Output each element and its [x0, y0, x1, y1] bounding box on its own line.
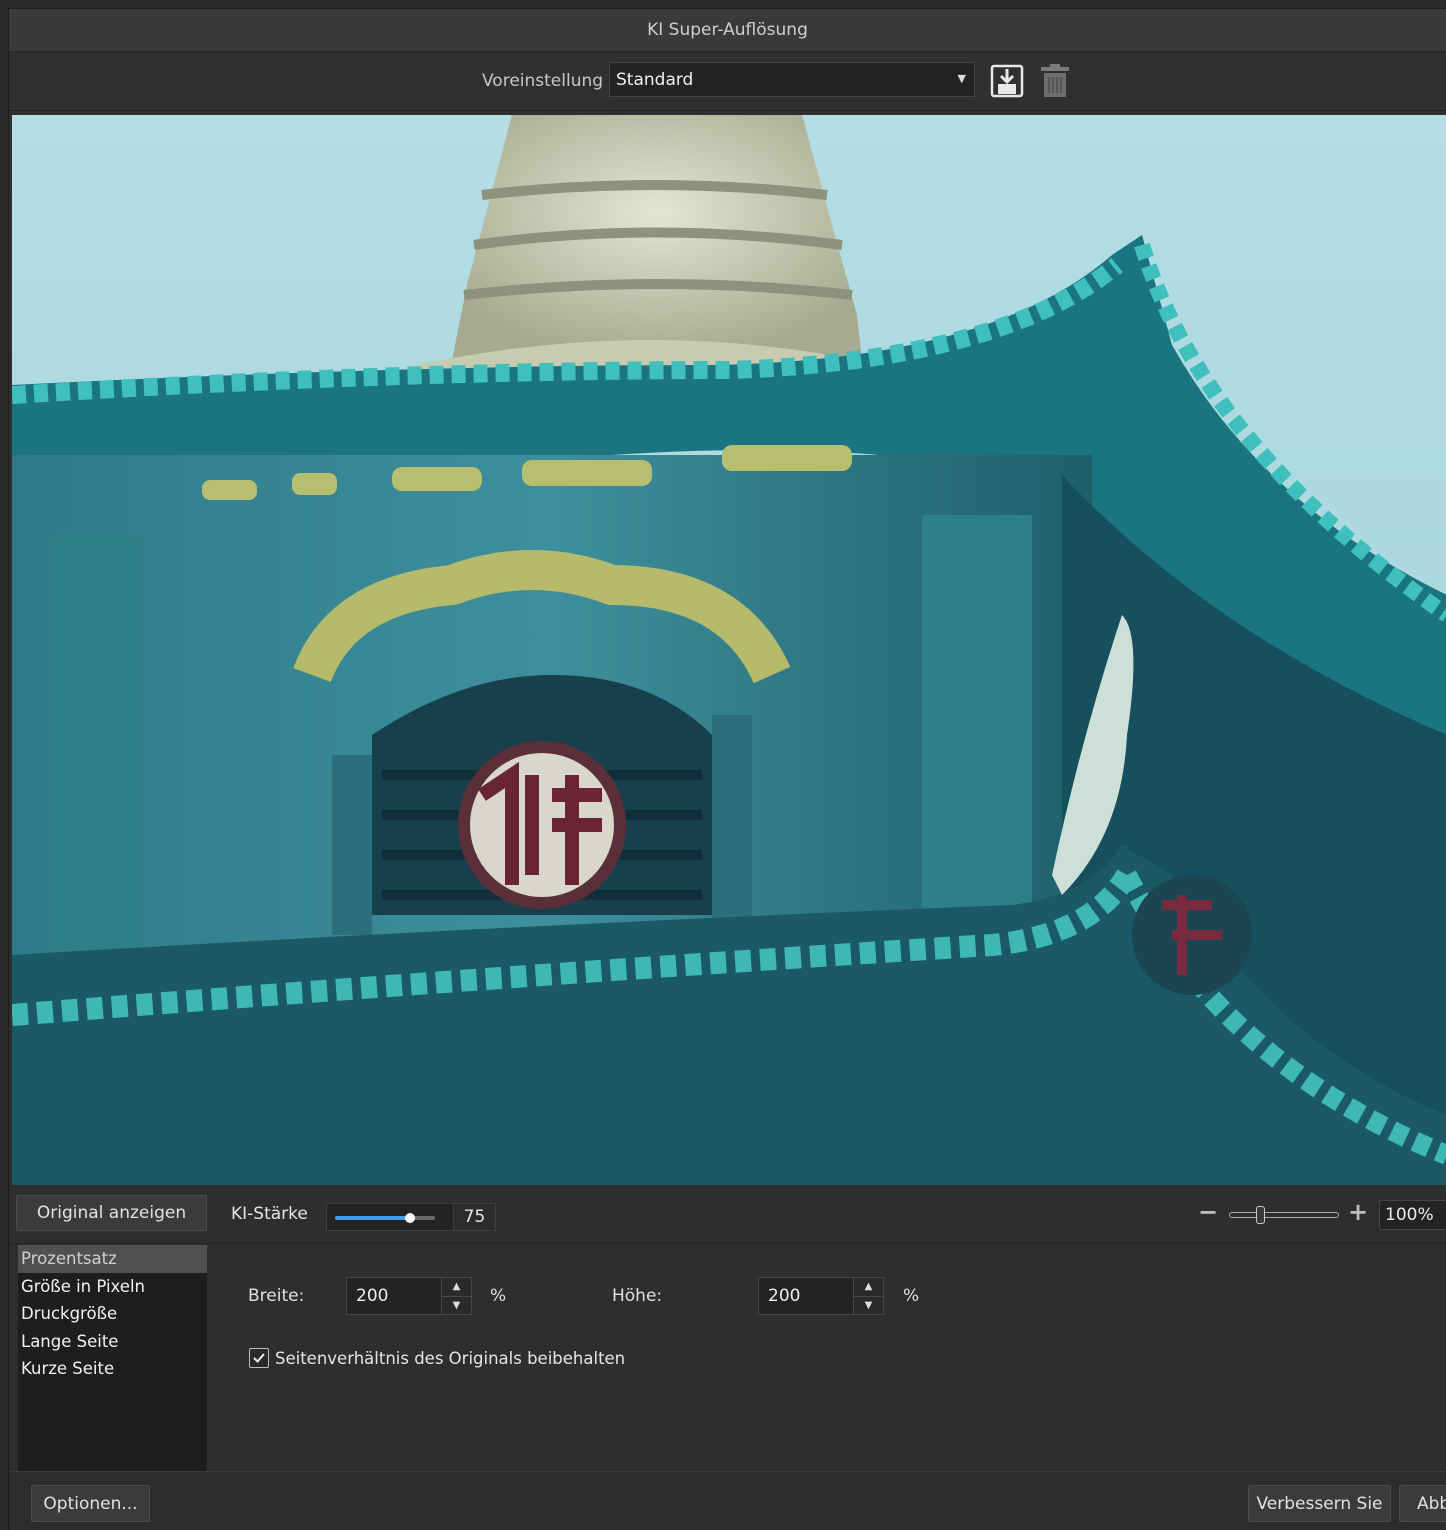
- width-unit: %: [490, 1286, 507, 1306]
- width-stepper-arrows[interactable]: ▲ ▼: [442, 1277, 472, 1315]
- width-label: Breite:: [248, 1286, 305, 1306]
- keep-aspect-label: Seitenverhältnis des Originals beibehalt…: [275, 1349, 626, 1368]
- save-preset-button[interactable]: [987, 61, 1027, 101]
- zoom-value[interactable]: 100%: [1379, 1200, 1446, 1230]
- enhance-button[interactable]: Verbessern Sie: [1248, 1485, 1391, 1522]
- chevron-up-icon[interactable]: ▲: [442, 1278, 471, 1297]
- resize-settings: Prozentsatz Größe in Pixeln Druckgröße L…: [9, 1245, 1446, 1471]
- height-input[interactable]: 200: [758, 1277, 854, 1315]
- mode-item-short-side[interactable]: Kurze Seite: [18, 1355, 207, 1383]
- zoom-out-icon[interactable]: −: [1197, 1200, 1219, 1224]
- preset-value: Standard: [616, 69, 694, 90]
- delete-preset-button[interactable]: [1035, 61, 1075, 101]
- cancel-button[interactable]: Abb: [1399, 1485, 1446, 1522]
- ki-strength-value[interactable]: 75: [453, 1204, 495, 1230]
- show-original-button[interactable]: Original anzeigen: [16, 1195, 207, 1231]
- ki-strength-handle[interactable]: [405, 1213, 415, 1223]
- chevron-down-icon[interactable]: ▼: [442, 1297, 471, 1315]
- keep-aspect-checkbox[interactable]: [249, 1348, 269, 1368]
- dialog-window: KI Super-Auflösung Voreinstellung Standa…: [8, 8, 1446, 1530]
- pagoda-photo: [12, 115, 1446, 1185]
- height-label: Höhe:: [612, 1286, 663, 1306]
- ki-strength-track[interactable]: [335, 1213, 435, 1223]
- height-stepper-arrows[interactable]: ▲ ▼: [854, 1277, 884, 1315]
- zoom-slider[interactable]: [1229, 1206, 1339, 1224]
- checkmark-icon: [253, 1353, 265, 1363]
- height-unit: %: [903, 1286, 920, 1306]
- mode-item-long-side[interactable]: Lange Seite: [18, 1328, 207, 1356]
- trash-icon: [1041, 64, 1069, 97]
- window-title: KI Super-Auflösung: [647, 20, 808, 40]
- enhance-label: Verbessern Sie: [1256, 1493, 1383, 1514]
- preset-label: Voreinstellung: [482, 71, 604, 91]
- mode-item-percent[interactable]: Prozentsatz: [18, 1245, 207, 1273]
- mode-item-pixels[interactable]: Größe in Pixeln: [18, 1273, 207, 1301]
- width-input[interactable]: 200: [346, 1277, 442, 1315]
- show-original-label: Original anzeigen: [36, 1203, 187, 1223]
- zoom-control: − + 100%: [1197, 1200, 1446, 1230]
- ki-strength-label: KI-Stärke: [231, 1204, 308, 1224]
- zoom-handle[interactable]: [1256, 1206, 1265, 1224]
- preset-toolbar: Voreinstellung Standard ▼: [9, 53, 1446, 111]
- preview-controls: Original anzeigen KI-Stärke 75 − + 100%: [9, 1186, 1446, 1244]
- image-preview[interactable]: [12, 115, 1446, 1185]
- chevron-down-icon: ▼: [957, 72, 966, 85]
- ki-strength-fill: [335, 1216, 410, 1220]
- chevron-down-icon[interactable]: ▼: [854, 1297, 883, 1315]
- options-button[interactable]: Optionen...: [31, 1485, 150, 1522]
- width-stepper[interactable]: 200 ▲ ▼: [346, 1277, 472, 1315]
- chevron-up-icon[interactable]: ▲: [854, 1278, 883, 1297]
- zoom-in-icon[interactable]: +: [1347, 1200, 1369, 1224]
- ki-strength-slider[interactable]: 75: [326, 1203, 496, 1231]
- save-preset-icon: [990, 64, 1024, 98]
- resize-mode-list: Prozentsatz Größe in Pixeln Druckgröße L…: [18, 1245, 207, 1471]
- options-label: Optionen...: [43, 1493, 138, 1514]
- preset-dropdown[interactable]: Standard ▼: [609, 62, 975, 97]
- mode-item-print-size[interactable]: Druckgröße: [18, 1300, 207, 1328]
- title-bar: KI Super-Auflösung: [9, 9, 1446, 52]
- cancel-label: Abb: [1417, 1493, 1446, 1514]
- height-stepper[interactable]: 200 ▲ ▼: [758, 1277, 884, 1315]
- dialog-footer: Optionen... Verbessern Sie Abb: [9, 1471, 1446, 1530]
